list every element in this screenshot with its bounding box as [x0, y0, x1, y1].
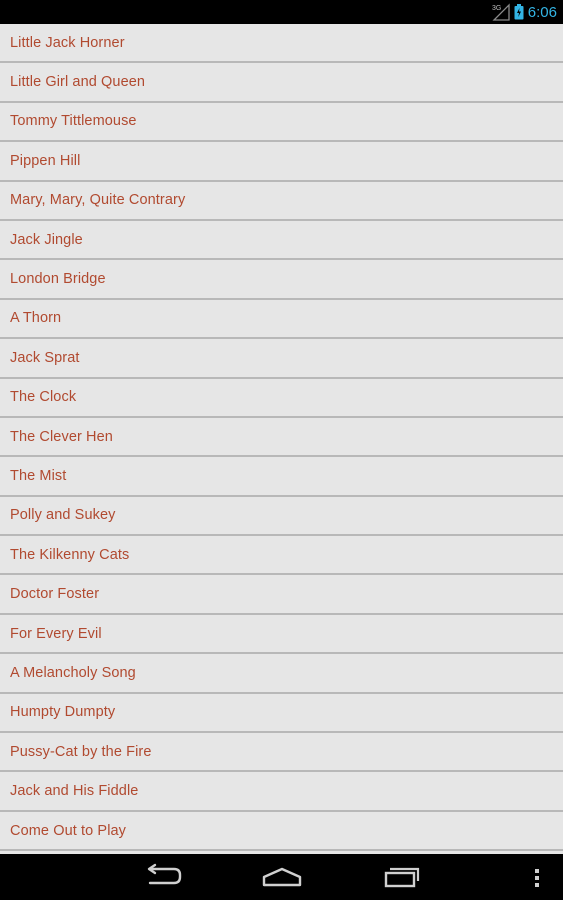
list-item-label: Pippen Hill	[10, 152, 81, 169]
list-item[interactable]: Come Out to Play	[0, 811, 563, 852]
battery-icon	[514, 4, 524, 20]
status-icons: 3G 6:06	[492, 0, 557, 24]
list-item-label: Pussy-Cat by the Fire	[10, 743, 152, 760]
list-item-label: Humpty Dumpty	[10, 704, 116, 721]
list-item[interactable]: For Every Evil	[0, 614, 563, 655]
list-item[interactable]: A Melancholy Song	[0, 654, 563, 694]
list-item-label: The Clever Hen	[10, 428, 113, 445]
list-item[interactable]: Pussy-Cat by the Fire	[0, 733, 563, 773]
list-item[interactable]: Doctor Foster	[0, 575, 563, 615]
list-item-label: Jack Sprat	[10, 349, 80, 366]
network-type-label: 3G	[492, 5, 501, 12]
list-item[interactable]: Jack Sprat	[0, 339, 563, 379]
rhyme-list: Little Jack Horner Little Girl and Queen T…	[0, 24, 563, 854]
list-item[interactable]: The Clock	[0, 378, 563, 418]
back-icon	[147, 863, 182, 885]
home-button[interactable]	[260, 865, 304, 889]
list-item[interactable]: A Thorn	[0, 299, 563, 340]
list-item[interactable]: The Mist	[0, 457, 563, 497]
list-item-label: The Clock	[10, 389, 77, 406]
list-item-label: Jack Jingle	[10, 231, 83, 248]
list-item[interactable]: Polly and Sukey	[0, 496, 563, 537]
list-item[interactable]: The Kilkenny Cats	[0, 536, 563, 576]
list-item-label: The Mist	[10, 467, 67, 484]
list-item[interactable]: Little Girl and Queen	[0, 63, 563, 103]
list-item[interactable]: Humpty Dumpty	[0, 693, 563, 734]
overflow-menu-icon	[535, 869, 539, 887]
list-item[interactable]: The Clever Hen	[0, 417, 563, 458]
back-button[interactable]	[140, 863, 184, 889]
list-item[interactable]: London Bridge	[0, 260, 563, 300]
list-item-label: Little Jack Horner	[10, 34, 125, 51]
navigation-bar	[0, 854, 563, 900]
list-item-label: For Every Evil	[10, 625, 102, 642]
list-item-label: Tommy Tittlemouse	[10, 113, 137, 130]
list-item-label: Little Girl and Queen	[10, 74, 146, 91]
list-item-label: Doctor Foster	[10, 586, 100, 603]
list-item[interactable]: Pippen Hill	[0, 142, 563, 182]
recent-apps-icon	[384, 867, 420, 888]
home-icon	[262, 867, 302, 887]
list-item-label: A Melancholy Song	[10, 664, 136, 681]
list-item-label: London Bridge	[10, 271, 106, 288]
list-item-label: Mary, Mary, Quite Contrary	[10, 192, 186, 209]
clock-time: 6:06	[527, 3, 557, 21]
list-item[interactable]: Jack and His Fiddle	[0, 772, 563, 812]
list-item-label: Jack and His Fiddle	[10, 783, 139, 800]
list-item-label: A Thorn	[10, 310, 62, 327]
list-item[interactable]: Little Jack Horner	[0, 24, 563, 64]
list-item-label: The Kilkenny Cats	[10, 546, 130, 563]
list-item[interactable]: Tommy Tittlemouse	[0, 102, 563, 143]
status-bar: 3G 6:06	[0, 0, 563, 24]
list-item[interactable]: Jack Jingle	[0, 220, 563, 261]
recent-apps-button[interactable]	[382, 866, 422, 888]
overflow-menu-button[interactable]	[532, 868, 542, 888]
list-item[interactable]: Mary, Mary, Quite Contrary	[0, 181, 563, 221]
list-item-label: Polly and Sukey	[10, 507, 116, 524]
signal-icon: 3G	[492, 3, 510, 21]
list-item-label: Come Out to Play	[10, 822, 127, 839]
